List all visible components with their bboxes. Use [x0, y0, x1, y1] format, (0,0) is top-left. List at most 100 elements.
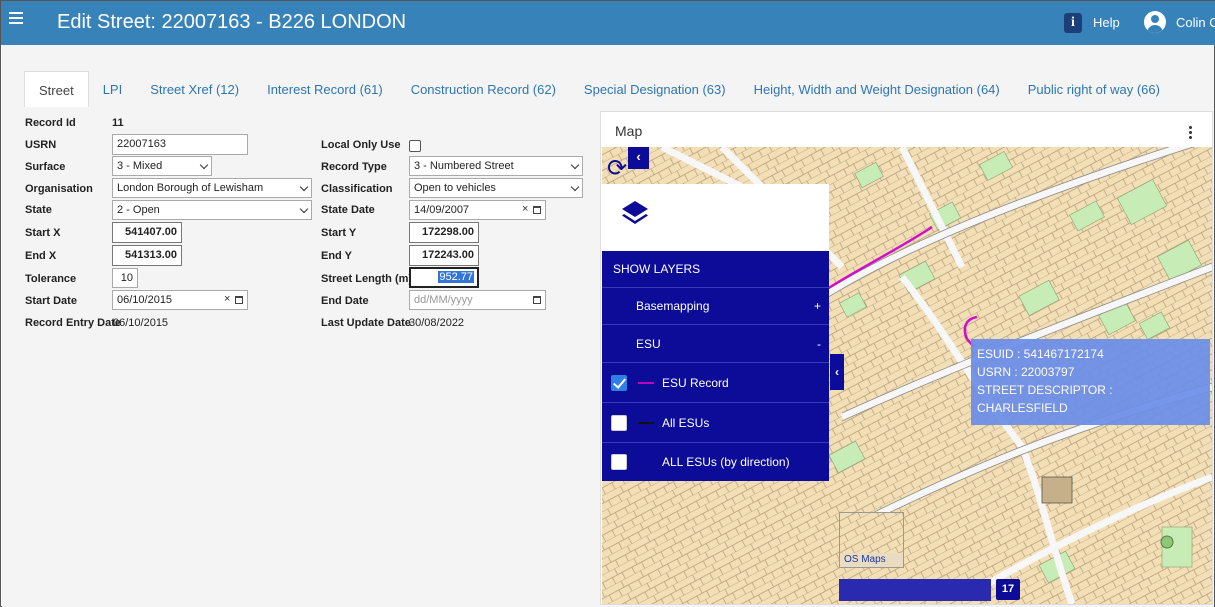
layers-icon[interactable]: [620, 198, 650, 233]
clear-icon[interactable]: ×: [522, 203, 528, 215]
expand-icon[interactable]: +: [814, 299, 821, 313]
start-y-label: Start Y: [321, 227, 357, 239]
chevron-down-icon: [299, 204, 309, 214]
page-title: Edit Street: 22007163 - B226 LONDON: [57, 11, 407, 33]
toggle-panel-button[interactable]: ‹: [830, 354, 844, 390]
refresh-icon[interactable]: ⟳: [607, 157, 627, 181]
organisation-select[interactable]: London Borough of Lewisham: [112, 178, 312, 198]
more-options-icon[interactable]: [1189, 126, 1192, 141]
map-panel: Map ESUID: 541467172174 USRN: 22003797…: [600, 111, 1213, 605]
layer-esu-record-label: ESU Record: [662, 375, 729, 390]
chevron-down-icon: [199, 160, 209, 170]
start-date-label: Start Date: [25, 295, 77, 307]
collapse-icon[interactable]: -: [817, 337, 821, 351]
surface-label: Surface: [25, 161, 66, 173]
layer-all-esus-direction[interactable]: ALL ESUs (by direction): [602, 442, 829, 481]
start-date-value: 06/10/2015: [117, 294, 173, 306]
scale-bar: [839, 579, 991, 601]
start-date-input[interactable]: 06/10/2015 ×: [112, 290, 248, 310]
last-update-value: 30/08/2022: [409, 317, 465, 329]
all-esus-direction-checkbox[interactable]: [611, 454, 627, 470]
basemap-toggle-label: OS Maps: [844, 554, 886, 565]
tab-street[interactable]: Street: [24, 71, 89, 107]
surface-value: 3 - Mixed: [117, 160, 163, 172]
tab-street-xref[interactable]: Street Xref (12): [136, 71, 253, 107]
tab-interest-record[interactable]: Interest Record (61): [253, 71, 397, 107]
layer-all-esus[interactable]: All ESUs: [602, 402, 829, 442]
street-length-value: 952.77: [438, 271, 474, 283]
state-date-label: State Date: [321, 204, 375, 216]
zoom-level-badge: 17: [996, 579, 1020, 600]
usrn-label: USRN: [25, 139, 57, 151]
surface-select[interactable]: 3 - Mixed: [112, 156, 212, 176]
street-length-label: Street Length (m): [321, 273, 413, 285]
state-date-value: 14/09/2007: [414, 204, 470, 216]
user-avatar-icon[interactable]: [1144, 11, 1166, 33]
layer-esu[interactable]: ESU -: [602, 324, 829, 362]
classification-label: Classification: [321, 183, 393, 195]
layer-basemapping-label: Basemapping: [636, 299, 710, 313]
local-only-label: Local Only Use: [321, 139, 401, 151]
record-type-select[interactable]: 3 - Numbered Street: [409, 156, 583, 176]
help-icon[interactable]: i: [1064, 13, 1082, 33]
end-date-input[interactable]: dd/MM/yyyy: [409, 290, 546, 310]
start-y-input[interactable]: 172298.00: [409, 222, 479, 243]
local-only-checkbox[interactable]: [409, 140, 421, 152]
tolerance-input[interactable]: 10: [112, 268, 138, 288]
start-x-label: Start X: [25, 227, 61, 239]
chevron-down-icon: [299, 182, 309, 192]
collapse-panel-button[interactable]: ‹: [628, 147, 649, 169]
all-esus-swatch: [638, 421, 654, 424]
chevron-down-icon: [570, 160, 580, 170]
layer-all-esus-label: All ESUs: [662, 415, 710, 430]
record-id-label: Record Id: [25, 117, 76, 129]
clear-icon[interactable]: ×: [224, 293, 230, 305]
state-select[interactable]: 2 - Open: [112, 200, 312, 220]
tooltip-esuid: ESUID : 541467172174: [977, 347, 1104, 361]
layers-panel: SHOW LAYERS Basemapping + ESU - ESU Reco…: [602, 184, 829, 481]
layer-esu-label: ESU: [636, 336, 661, 351]
content-area: Street LPI Street Xref (12) Interest Rec…: [2, 45, 1214, 607]
usrn-input[interactable]: 22007163: [112, 134, 248, 155]
tolerance-label: Tolerance: [25, 273, 77, 285]
record-entry-date-value: 06/10/2015: [113, 317, 169, 329]
layer-basemapping[interactable]: Basemapping +: [602, 287, 829, 324]
calendar-icon[interactable]: [533, 296, 541, 304]
layer-esu-record[interactable]: ESU Record: [602, 362, 829, 402]
tab-construction-record[interactable]: Construction Record (62): [397, 71, 570, 107]
all-esus-checkbox[interactable]: [611, 414, 627, 431]
map-title: Map: [615, 123, 643, 139]
state-value: 2 - Open: [117, 204, 160, 216]
tab-height-width-weight[interactable]: Height, Width and Weight Designation (64…: [740, 71, 1014, 107]
classification-select[interactable]: Open to vehicles: [409, 178, 583, 198]
state-label: State: [25, 204, 52, 216]
menu-icon[interactable]: [9, 12, 23, 26]
map-canvas[interactable]: ESUID : 541467172174 USRN : 22003797 STR…: [602, 147, 1212, 604]
organisation-label: Organisation: [25, 183, 93, 195]
street-length-input[interactable]: 952.77: [409, 267, 479, 288]
esu-record-checkbox[interactable]: [611, 374, 627, 391]
organisation-value: London Borough of Lewisham: [117, 182, 264, 194]
start-x-input[interactable]: 541407.00: [112, 222, 182, 243]
esu-info-tooltip: ESUID : 541467172174 USRN : 22003797 STR…: [971, 339, 1210, 425]
end-x-input[interactable]: 541313.00: [112, 245, 182, 266]
end-y-input[interactable]: 172243.00: [409, 245, 479, 266]
layer-all-esus-direction-label: ALL ESUs (by direction): [662, 455, 790, 469]
record-type-value: 3 - Numbered Street: [414, 160, 514, 172]
record-entry-date-label: Record Entry Date: [25, 317, 121, 329]
classification-value: Open to vehicles: [414, 182, 496, 194]
help-link[interactable]: Help: [1093, 15, 1120, 30]
user-name[interactable]: Colin C: [1176, 15, 1215, 30]
show-layers-header[interactable]: SHOW LAYERS: [602, 251, 829, 287]
end-x-label: End X: [25, 250, 57, 262]
tab-lpi[interactable]: LPI: [89, 71, 137, 107]
state-date-input[interactable]: 14/09/2007 ×: [409, 200, 546, 220]
last-update-label: Last Update Date: [321, 317, 411, 329]
end-y-label: End Y: [321, 250, 352, 262]
tab-special-designation[interactable]: Special Designation (63): [570, 71, 740, 107]
tab-public-right-of-way[interactable]: Public right of way (66): [1014, 71, 1174, 107]
basemap-toggle[interactable]: OS Maps: [839, 512, 904, 568]
record-id-value: 11: [112, 117, 124, 129]
calendar-icon[interactable]: [235, 296, 243, 304]
calendar-icon[interactable]: [533, 206, 541, 214]
